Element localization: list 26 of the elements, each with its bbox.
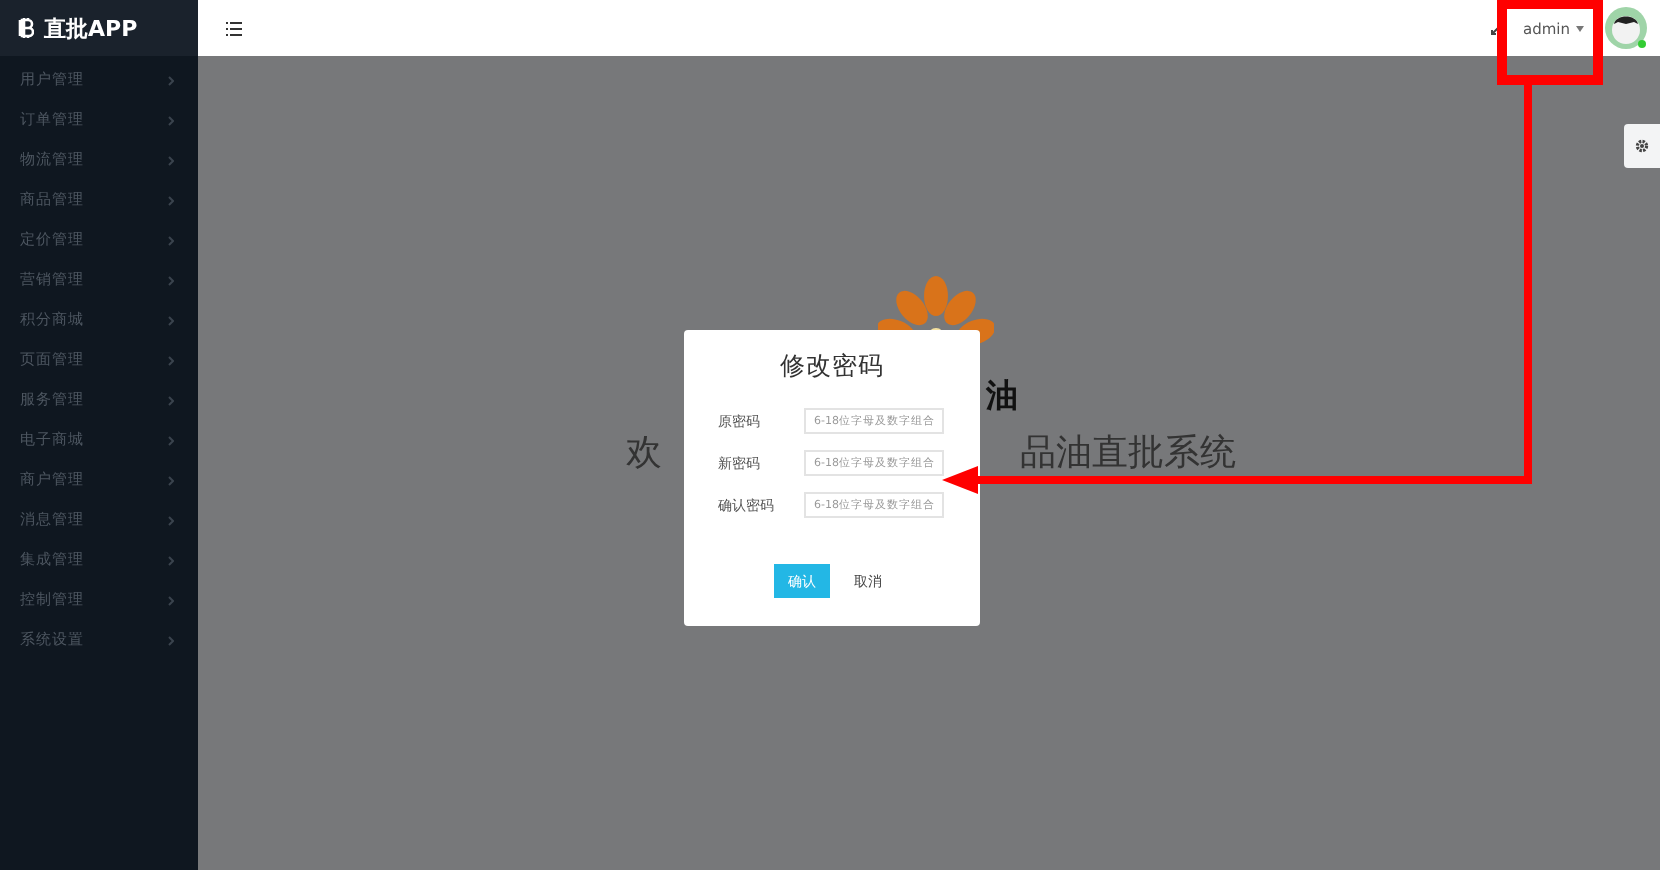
avatar-icon[interactable] <box>1604 6 1648 50</box>
welcome-fragment: 欢 <box>626 430 662 476</box>
chevron-icon <box>168 475 174 485</box>
welcome-fragment: 品油直批系统 <box>1020 430 1236 476</box>
bitcoin-icon <box>18 18 34 38</box>
chevron-icon <box>168 235 174 245</box>
menu-icon[interactable] <box>226 21 242 35</box>
settings-tab[interactable] <box>1624 124 1660 168</box>
welcome-fragment: 油 <box>986 376 1018 418</box>
chevron-icon <box>168 595 174 605</box>
caret-icon <box>1576 25 1584 31</box>
chevron-icon <box>168 115 174 125</box>
dialog-title: 修改密码 <box>780 350 884 384</box>
chevron-icon <box>168 275 174 285</box>
chevron-icon <box>168 315 174 325</box>
chevron-icon <box>168 635 174 645</box>
chevron-icon <box>168 355 174 365</box>
app-logo[interactable]: 直批APP <box>0 0 198 56</box>
chevron-icon <box>168 515 174 525</box>
chevron-icon <box>168 555 174 565</box>
settings-icon[interactable] <box>1634 138 1650 154</box>
chevron-icon <box>168 155 174 165</box>
chevron-icon <box>168 75 174 85</box>
chevron-icon <box>168 435 174 445</box>
chevron-icon <box>168 395 174 405</box>
chevron-icon <box>168 195 174 205</box>
